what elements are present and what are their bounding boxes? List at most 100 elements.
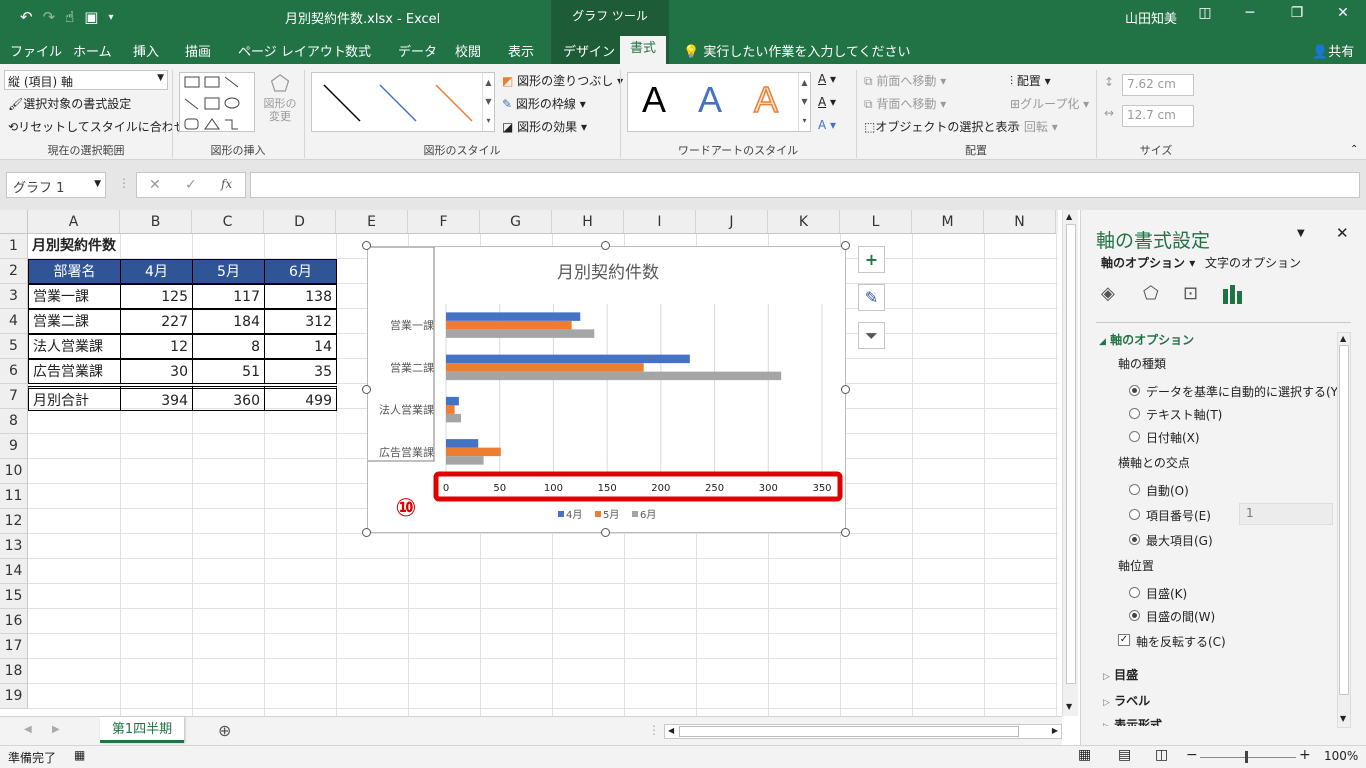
radio-crosses-category[interactable] (1129, 509, 1140, 520)
scroll-thumb[interactable] (1339, 345, 1349, 695)
reverse-checkbox-label[interactable]: 軸を反転する(C) (1136, 633, 1226, 650)
normal-view-icon[interactable]: ▦ (1078, 747, 1091, 763)
table-cell[interactable]: 12 (120, 334, 193, 359)
text-effects-button[interactable]: A ▾ (818, 118, 836, 132)
tab-text-options[interactable]: 文字のオプション (1205, 254, 1301, 271)
height-input[interactable]: 7.62 cm (1122, 74, 1194, 96)
radio-text-axis[interactable] (1129, 408, 1140, 419)
enter-icon[interactable]: ✓ (185, 177, 197, 193)
row-header[interactable]: 7 (0, 384, 28, 409)
collapse-ribbon-icon[interactable]: ⌃ (1350, 144, 1358, 155)
resize-handle[interactable] (362, 385, 371, 394)
resize-handle[interactable] (362, 241, 371, 250)
chart-styles-brush-icon[interactable]: ✎ (858, 284, 885, 311)
table-cell[interactable]: 30 (120, 359, 193, 384)
row-header[interactable]: 14 (0, 559, 28, 584)
pane-scrollbar[interactable]: ▲ ▼ (1337, 332, 1351, 728)
table-cell[interactable]: 125 (120, 284, 193, 309)
header-cell[interactable]: 4月 (120, 259, 193, 284)
row-header[interactable]: 15 (0, 584, 28, 609)
radio-on-tick-marks[interactable] (1129, 587, 1140, 598)
row-header[interactable]: 12 (0, 509, 28, 534)
chart-filter-icon[interactable]: ⏷ (858, 322, 885, 349)
table-cell[interactable]: 広告営業課 (28, 359, 121, 384)
total-cell[interactable]: 499 (264, 386, 337, 411)
radio-date-axis-label[interactable]: 日付軸(X) (1146, 429, 1200, 446)
radio-crosses-auto-label[interactable]: 自動(O) (1146, 482, 1189, 499)
name-box[interactable]: グラフ 1 ▼ (6, 172, 106, 198)
radio-between-tick-marks[interactable] (1129, 610, 1140, 621)
table-cell[interactable]: 35 (264, 359, 337, 384)
width-input[interactable]: 12.7 cm (1122, 105, 1194, 127)
reset-style-button[interactable]: ⟲リセットしてスタイルに合わせる (8, 118, 198, 135)
radio-between-tick-marks-label[interactable]: 目盛の間(W) (1146, 608, 1215, 625)
wordart-style-blue[interactable]: A (698, 79, 722, 121)
header-cell[interactable]: 部署名 (28, 259, 121, 284)
prev-sheet-icon[interactable]: ◀ (24, 724, 32, 735)
zoom-out-icon[interactable]: − (1186, 747, 1198, 763)
page-layout-view-icon[interactable]: ▤ (1118, 747, 1131, 763)
gallery-scroll[interactable]: ▲ ▼ ▾ (798, 73, 810, 131)
undo-icon[interactable]: ↶ (20, 8, 33, 26)
rotate-button[interactable]: ⟳ 回転 ▾ (1010, 118, 1058, 135)
insert-function-icon[interactable]: fx (221, 177, 232, 191)
table-cell[interactable]: 227 (120, 309, 193, 334)
radio-auto-axis-label[interactable]: データを基準に自動的に選択する(Y) (1146, 383, 1343, 400)
minimize-button[interactable]: ─ (1235, 5, 1265, 21)
horizontal-scrollbar[interactable]: ◀ ▶ (664, 724, 1062, 739)
scroll-up-icon[interactable]: ▲ (1066, 212, 1072, 221)
table-cell[interactable]: 8 (192, 334, 265, 359)
size-properties-icon[interactable]: ⊡ (1183, 283, 1198, 304)
row-header[interactable]: 17 (0, 634, 28, 659)
macro-record-icon[interactable]: ▦ (74, 748, 85, 762)
ribbon-display-icon[interactable]: ◫ (1190, 5, 1220, 21)
shape-fill-button[interactable]: ◩ 図形の塗りつぶし ▾ (502, 72, 623, 89)
total-cell[interactable]: 360 (192, 386, 265, 411)
customize-qat-icon[interactable]: ▾ (108, 12, 113, 23)
resize-handle[interactable] (841, 528, 850, 537)
tab-axis-options[interactable]: 軸のオプション ▾ (1101, 254, 1195, 271)
send-backward-button[interactable]: ⧉ 背面へ移動 ▾ (864, 95, 946, 112)
radio-crosses-category-label[interactable]: 項目番号(E) (1146, 507, 1211, 524)
pane-close-icon[interactable]: ✕ (1336, 224, 1349, 242)
total-cell[interactable]: 394 (120, 386, 193, 411)
text-outline-button[interactable]: A ▾ (818, 95, 836, 109)
table-cell[interactable]: 51 (192, 359, 265, 384)
axis-options-chart-icon[interactable] (1221, 283, 1243, 305)
touch-mode-icon[interactable]: ☝ (65, 8, 74, 26)
table-cell[interactable]: 法人営業課 (28, 334, 121, 359)
row-header[interactable]: 19 (0, 684, 28, 709)
vertical-scrollbar[interactable]: ▲ ▼ (1062, 210, 1078, 716)
scroll-thumb[interactable] (1066, 224, 1076, 684)
shapes-gallery[interactable] (179, 72, 255, 132)
radio-auto-axis[interactable] (1129, 385, 1140, 396)
radio-crosses-max[interactable] (1129, 534, 1140, 545)
tab-data[interactable]: データ (398, 41, 437, 60)
tell-me-box[interactable]: 💡 実行したい作業を入力してください (683, 41, 911, 60)
format-selection-button[interactable]: 🖌選択対象の書式設定 (8, 95, 131, 112)
tab-review[interactable]: 校閲 (455, 41, 481, 60)
chart-elements-combo[interactable]: 縦 (項目) 軸 ▼ (4, 70, 168, 90)
shape-effects-button[interactable]: ◪ 図形の効果 ▾ (502, 118, 587, 135)
row-header[interactable]: 11 (0, 484, 28, 509)
wordart-style-black[interactable]: A (642, 79, 666, 121)
section-axis-options[interactable]: ◢ 軸のオプション (1099, 331, 1194, 348)
row-header[interactable]: 18 (0, 659, 28, 684)
tab-design[interactable]: デザイン (563, 41, 615, 60)
bring-forward-button[interactable]: ⧉ 前面へ移動 ▾ (864, 72, 946, 89)
wordart-style-orange[interactable]: A (753, 78, 779, 121)
total-cell[interactable]: 月別合計 (28, 386, 121, 411)
resize-handle[interactable] (362, 528, 371, 537)
tab-file[interactable]: ファイル (10, 41, 62, 60)
row-header[interactable]: 6 (0, 359, 28, 384)
section-tick-marks[interactable]: ▷ 目盛 (1103, 666, 1138, 683)
header-cell[interactable]: 5月 (192, 259, 265, 284)
pane-options-chevron-icon[interactable]: ▼ (1297, 228, 1305, 239)
zoom-in-icon[interactable]: + (1299, 747, 1311, 763)
scroll-down-icon[interactable]: ▼ (1066, 702, 1072, 711)
selection-pane-button[interactable]: ⬚オブジェクトの選択と表示 (864, 118, 1019, 135)
row-header[interactable]: 10 (0, 459, 28, 484)
radio-crosses-auto[interactable] (1129, 484, 1140, 495)
restore-button[interactable]: ❐ (1282, 5, 1312, 21)
table-cell[interactable]: 営業一課 (28, 284, 121, 309)
